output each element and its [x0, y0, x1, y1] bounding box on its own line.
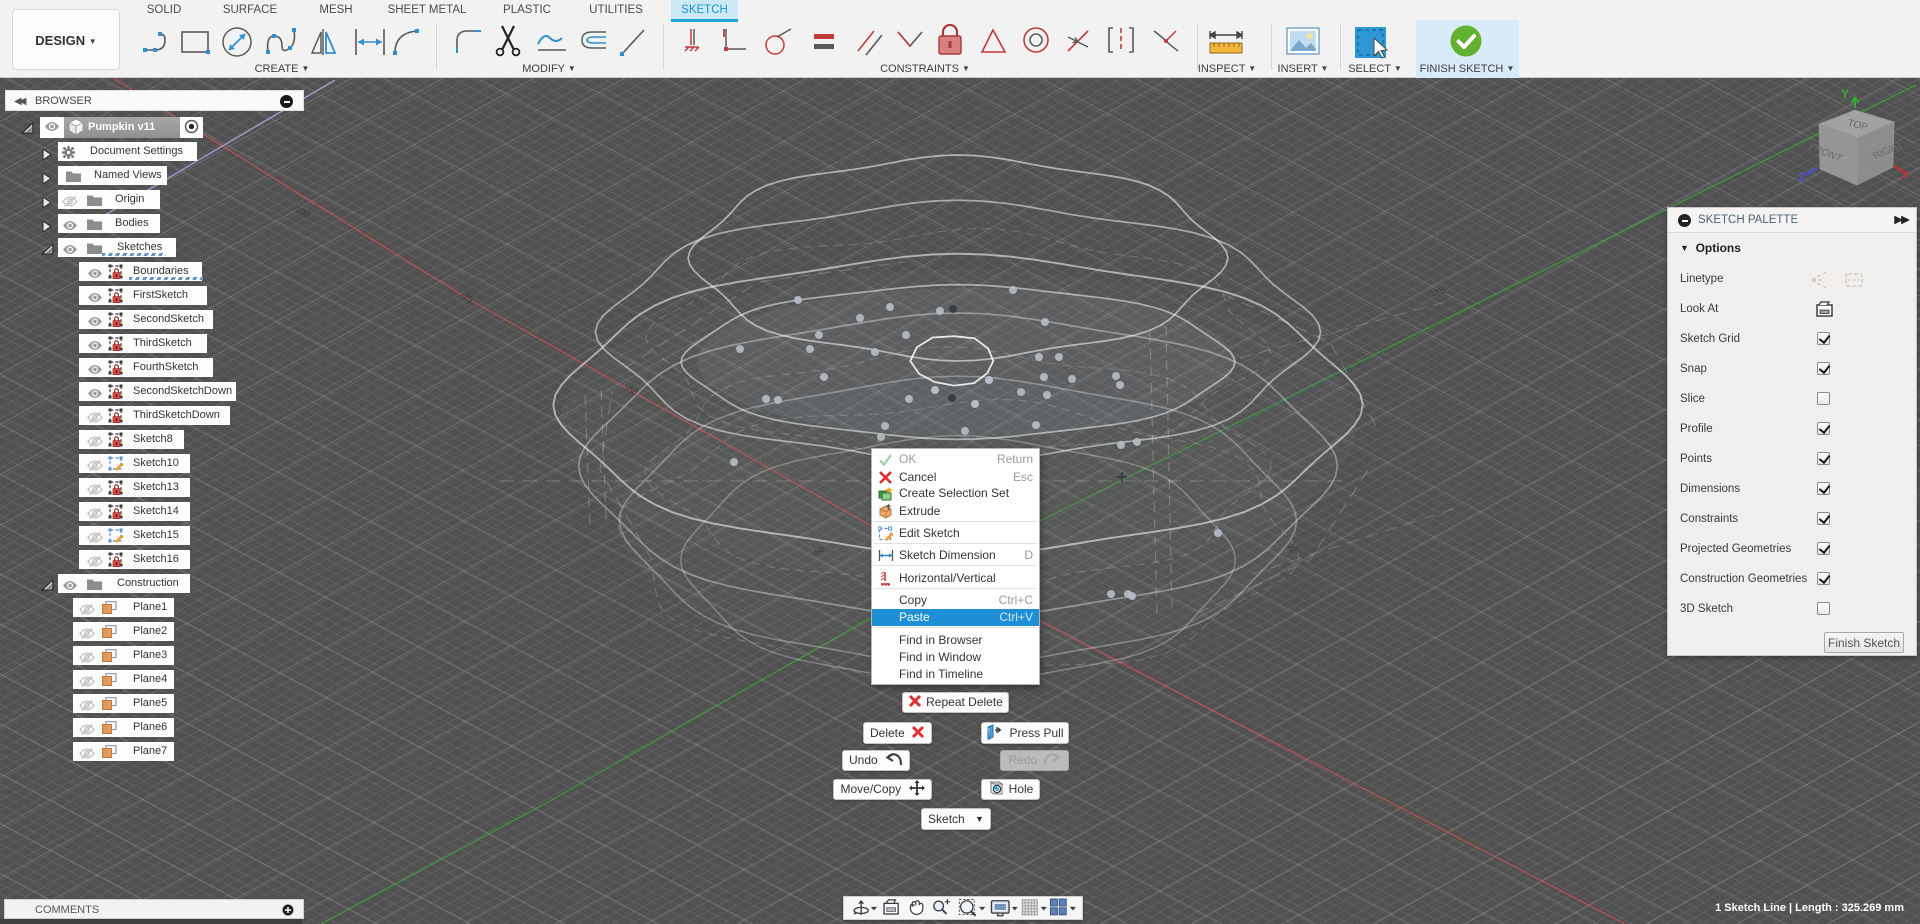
svg-text:Z: Z [1798, 170, 1805, 184]
svg-text:X: X [1901, 168, 1909, 182]
svg-text:Y: Y [1841, 88, 1849, 101]
